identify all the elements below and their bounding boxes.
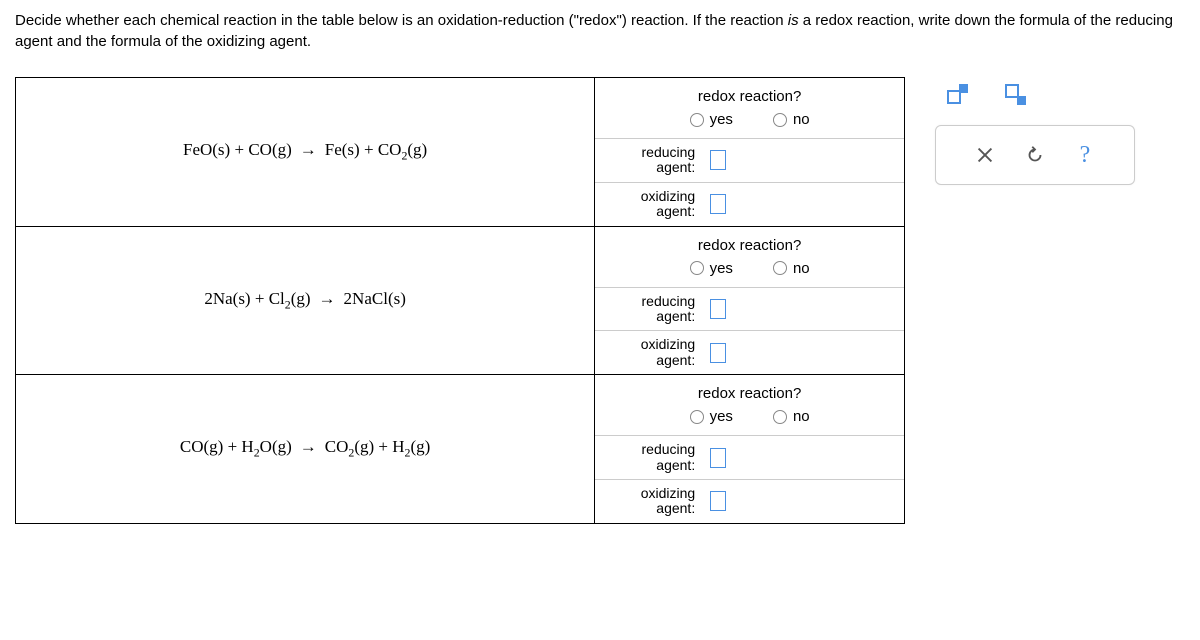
oxidizing-agent-input[interactable] xyxy=(710,343,726,363)
reducing-agent-row: reducing agent: xyxy=(595,436,904,480)
radio-circle-icon xyxy=(773,113,787,127)
redox-question-label: redox reaction? xyxy=(698,88,801,105)
reaction-equation-1: FeO(s) + CO(g)→Fe(s) + CO2(g) xyxy=(16,78,595,227)
radio-yes-label: yes xyxy=(710,260,733,277)
reducing-agent-input[interactable] xyxy=(710,299,726,319)
redox-question: redox reaction? yes no xyxy=(595,227,904,288)
radio-yes-label: yes xyxy=(710,408,733,425)
table-row: 2Na(s) + Cl2(g)→2NaCl(s) redox reaction?… xyxy=(16,226,905,375)
reducing-agent-label: reducing agent: xyxy=(605,442,695,473)
radio-group: yes no xyxy=(605,111,894,128)
radio-no-label: no xyxy=(793,111,810,128)
expand-window-icon[interactable] xyxy=(945,82,973,110)
radio-no[interactable]: no xyxy=(773,111,810,128)
oxidizing-agent-label: oxidizing agent: xyxy=(605,189,695,220)
radio-group: yes no xyxy=(605,260,894,277)
radio-no[interactable]: no xyxy=(773,408,810,425)
radio-yes[interactable]: yes xyxy=(690,260,733,277)
answer-cell-1: redox reaction? yes no xyxy=(595,78,905,227)
reducing-agent-label: reducing agent: xyxy=(605,145,695,176)
close-button[interactable] xyxy=(974,144,996,166)
radio-yes[interactable]: yes xyxy=(690,408,733,425)
table-row: CO(g) + H2O(g)→CO2(g) + H2(g) redox reac… xyxy=(16,375,905,524)
reducing-agent-row: reducing agent: xyxy=(595,139,904,183)
redox-question: redox reaction? yes no xyxy=(595,78,904,139)
side-panel: ? xyxy=(935,82,1135,185)
shrink-window-icon[interactable] xyxy=(1003,82,1031,110)
radio-circle-icon xyxy=(690,113,704,127)
oxidizing-agent-row: oxidizing agent: xyxy=(595,480,904,523)
main-area: FeO(s) + CO(g)→Fe(s) + CO2(g) redox reac… xyxy=(15,77,1185,524)
instr-part1: Decide whether each chemical reaction in… xyxy=(15,12,788,29)
reset-button[interactable] xyxy=(1024,144,1046,166)
radio-circle-icon xyxy=(690,261,704,275)
oxidizing-agent-label: oxidizing agent: xyxy=(605,486,695,517)
reducing-agent-label: reducing agent: xyxy=(605,294,695,325)
oxidizing-agent-input[interactable] xyxy=(710,194,726,214)
arrow-icon: → xyxy=(300,437,317,456)
radio-yes-label: yes xyxy=(710,111,733,128)
reaction-equation-2: 2Na(s) + Cl2(g)→2NaCl(s) xyxy=(16,226,595,375)
radio-no-label: no xyxy=(793,260,810,277)
oxidizing-agent-row: oxidizing agent: xyxy=(595,183,904,226)
x-icon xyxy=(974,144,996,166)
radio-yes[interactable]: yes xyxy=(690,111,733,128)
radio-no[interactable]: no xyxy=(773,260,810,277)
reaction-equation-3: CO(g) + H2O(g)→CO2(g) + H2(g) xyxy=(16,375,595,524)
redox-question-label: redox reaction? xyxy=(698,237,801,254)
instructions-text: Decide whether each chemical reaction in… xyxy=(15,10,1185,52)
radio-circle-icon xyxy=(773,261,787,275)
redox-question-label: redox reaction? xyxy=(698,385,801,402)
arrow-icon: → xyxy=(319,289,336,308)
oxidizing-agent-row: oxidizing agent: xyxy=(595,331,904,374)
help-button[interactable]: ? xyxy=(1074,144,1096,166)
radio-circle-icon xyxy=(773,410,787,424)
radio-no-label: no xyxy=(793,408,810,425)
reducing-agent-row: reducing agent: xyxy=(595,288,904,332)
window-mode-icons xyxy=(935,82,1135,110)
radio-circle-icon xyxy=(690,410,704,424)
action-button-panel: ? xyxy=(935,125,1135,185)
reducing-agent-input[interactable] xyxy=(710,150,726,170)
radio-group: yes no xyxy=(605,408,894,425)
question-mark-icon: ? xyxy=(1080,142,1091,168)
undo-icon xyxy=(1024,144,1046,166)
answer-cell-3: redox reaction? yes no xyxy=(595,375,905,524)
oxidizing-agent-input[interactable] xyxy=(710,491,726,511)
oxidizing-agent-label: oxidizing agent: xyxy=(605,337,695,368)
answer-cell-2: redox reaction? yes no xyxy=(595,226,905,375)
instr-em: is xyxy=(788,12,799,29)
redox-question: redox reaction? yes no xyxy=(595,375,904,436)
reaction-table: FeO(s) + CO(g)→Fe(s) + CO2(g) redox reac… xyxy=(15,77,905,524)
arrow-icon: → xyxy=(300,140,317,159)
table-row: FeO(s) + CO(g)→Fe(s) + CO2(g) redox reac… xyxy=(16,78,905,227)
reducing-agent-input[interactable] xyxy=(710,448,726,468)
